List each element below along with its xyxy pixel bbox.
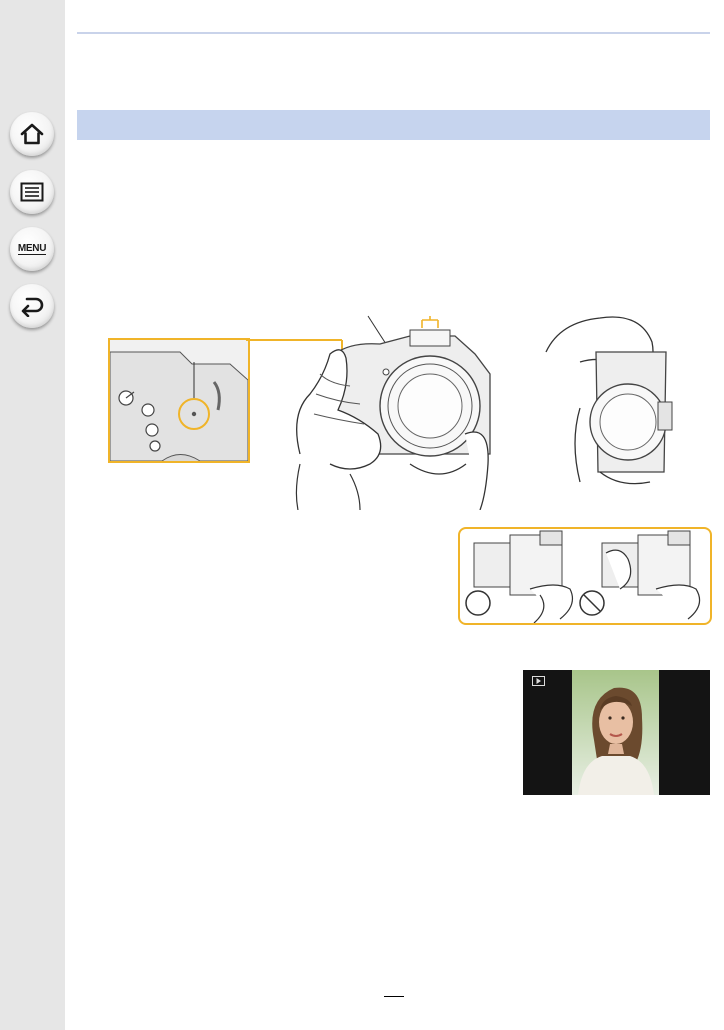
header-rule (77, 32, 710, 34)
page-number-rule (384, 996, 404, 997)
contents-button[interactable] (10, 170, 54, 214)
hold-comparison-panel (458, 527, 712, 625)
back-button[interactable] (10, 284, 54, 328)
camera-hold-front-illustration (295, 315, 491, 510)
home-button[interactable] (10, 112, 54, 156)
contents-list-icon (20, 182, 44, 202)
portrait-photo (572, 670, 659, 795)
camera-hold-vertical-illustration (545, 316, 673, 485)
playback-screen (523, 670, 710, 795)
back-icon (21, 297, 44, 317)
camera-detail-inset (108, 338, 250, 463)
menu-button[interactable]: MENU (10, 227, 54, 271)
sidebar-nav: MENU (0, 0, 65, 1030)
section-heading-bar (77, 110, 710, 140)
correct-circle-icon (465, 590, 491, 616)
playback-icon (532, 676, 545, 686)
correct-and-incorrect-hold-illustration (465, 530, 701, 623)
camera-body-detail-illustration (109, 340, 249, 462)
home-icon (20, 123, 44, 145)
menu-icon: MENU (17, 242, 47, 255)
